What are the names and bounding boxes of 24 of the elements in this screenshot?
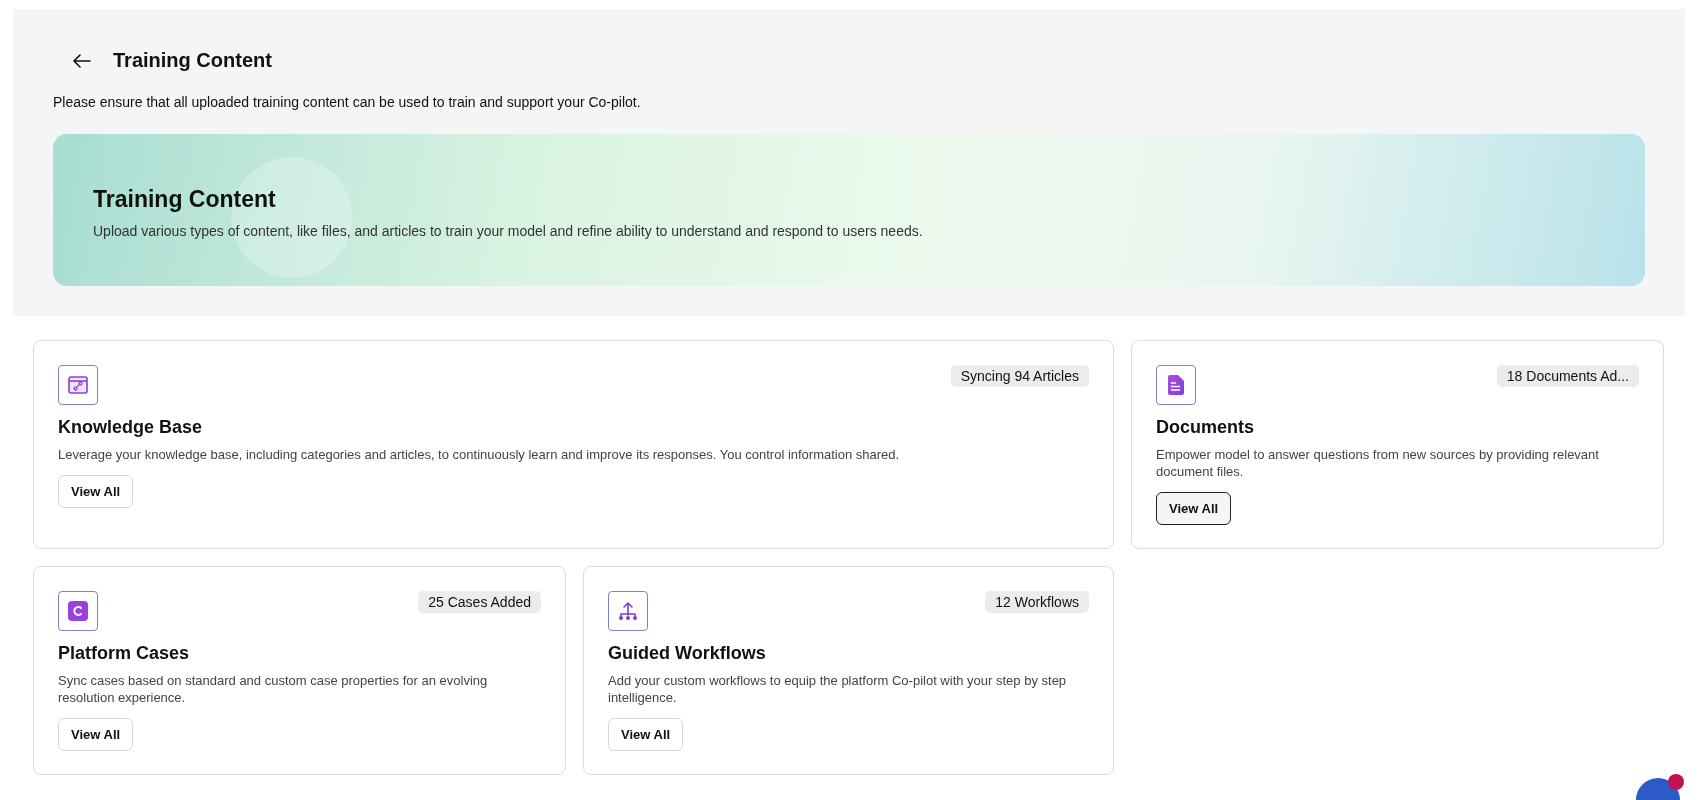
count-badge: Syncing 94 Articles [950, 365, 1089, 387]
link-window-icon [58, 365, 98, 405]
card-description: Add your custom workflows to equip the platform Co-pilot with your step by step intelligence. [608, 672, 1068, 706]
card-title: Platform Cases [58, 643, 191, 664]
card-title: Documents [1156, 417, 1255, 438]
card-description: Sync cases based on standard and custom case properties for an evolving resolution experience. [58, 672, 489, 706]
card-description: Empower model to answer questions from new sources by providing relevant document files. [1156, 446, 1600, 480]
count-badge: 25 Cases Added [418, 591, 541, 613]
view-all-button[interactable]: View All [1156, 492, 1232, 525]
view-all-button[interactable]: View All [58, 718, 134, 751]
card-description: Leverage your knowledge base, including categories and articles, to continuously learn and improve its responses. You control information shared. [58, 446, 901, 463]
back-arrow-icon[interactable] [73, 53, 91, 68]
view-all-button[interactable]: View All [58, 475, 134, 508]
page-title: Training Content [113, 49, 272, 72]
banner-title: Training Content [93, 186, 277, 213]
count-badge: 12 Workflows [985, 591, 1089, 613]
banner-description: Upload various types of content, like files, and articles to train your model and refine ability to understand and respond to users needs. [93, 223, 924, 239]
count-badge: 18 Documents Ad... [1496, 365, 1639, 387]
view-all-button[interactable]: View All [608, 718, 684, 751]
card-title: Guided Workflows [608, 643, 767, 664]
card-title: Knowledge Base [58, 417, 204, 438]
letter-c-icon [58, 591, 98, 631]
page-subtitle: Please ensure that all uploaded training content can be used to train and support your Co-pilot. [53, 94, 642, 110]
document-icon [1156, 365, 1196, 405]
